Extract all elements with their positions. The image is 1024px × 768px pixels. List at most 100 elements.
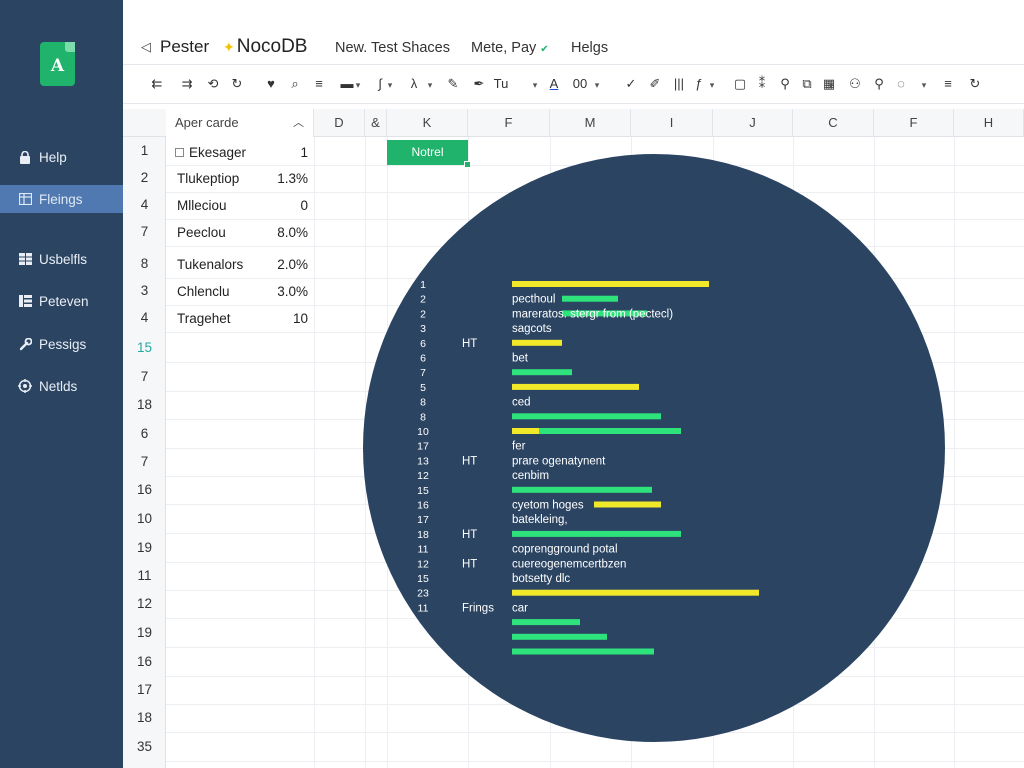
row-checkbox[interactable] [175, 148, 184, 157]
tag-icon[interactable]: ⚲ [775, 75, 795, 93]
column-header-2[interactable]: & [365, 109, 387, 137]
row-divider [166, 761, 1024, 762]
dropdown-caret-icon[interactable]: ▾ [425, 76, 435, 94]
column-header-10[interactable]: H [954, 109, 1024, 137]
link-icon[interactable]: ⁑ [752, 75, 772, 93]
frame-icon[interactable]: ▢ [730, 75, 750, 93]
row-number[interactable]: 8 [123, 256, 166, 271]
column-header-4[interactable]: F [468, 109, 550, 137]
row-number[interactable]: 1 [123, 143, 166, 158]
sidebar-item-fleings[interactable]: Fleings [0, 185, 130, 213]
list-icon[interactable]: ≡ [309, 75, 329, 93]
chevron-up-icon[interactable]: ︿ [293, 109, 304, 137]
function-icon[interactable]: ƒ [689, 75, 709, 93]
cell-value[interactable]: 10 [228, 311, 308, 326]
pin-icon[interactable]: ⚲ [869, 75, 889, 93]
chart-side-label: HT [462, 529, 477, 541]
cell-value[interactable]: 1.3% [228, 171, 308, 186]
row-number[interactable]: 11 [123, 568, 166, 583]
menu-item-helgs[interactable]: Helgs [571, 40, 608, 56]
number-format-icon[interactable]: 00 [570, 75, 590, 93]
font-color-icon[interactable]: A [544, 75, 564, 93]
cell-name[interactable]: Mlleciou [177, 198, 227, 213]
row-number[interactable]: 4 [123, 197, 166, 212]
search-icon[interactable]: ⌕ [285, 75, 305, 93]
back-arrow-icon[interactable]: ◁ [141, 39, 151, 55]
undo-icon[interactable]: ⇇ [147, 75, 167, 93]
heart-icon[interactable]: ♥ [261, 75, 281, 93]
row-number[interactable]: 17 [123, 682, 166, 697]
sidebar-item-help[interactable]: Help [0, 143, 123, 171]
chart-row-number: 11 [418, 602, 429, 614]
cell-name[interactable]: Tragehet [177, 311, 231, 326]
menu-icon[interactable]: ≡ [938, 75, 958, 93]
dropdown-caret-icon[interactable]: ▾ [826, 76, 836, 94]
chart-row-number: 3 [420, 323, 426, 335]
row-number[interactable]: 10 [123, 511, 166, 526]
loading-icon[interactable]: ◌ [891, 75, 911, 93]
cell-value[interactable]: 1 [228, 145, 308, 160]
cell-value[interactable]: 0 [228, 198, 308, 213]
dropdown-caret-icon[interactable]: ▾ [353, 76, 363, 94]
sidebar-item-netlds[interactable]: Netlds [0, 372, 123, 400]
row-number[interactable]: 3 [123, 283, 166, 298]
project-name[interactable]: Pester [160, 37, 209, 57]
column-header-name[interactable]: Aper carde ︿ [166, 109, 314, 137]
cell-value[interactable]: 2.0% [228, 257, 308, 272]
sidebar-item-usbelfls[interactable]: Usbelfls [0, 245, 123, 273]
column-header-7[interactable]: J [713, 109, 793, 137]
check-icon[interactable]: ✓ [621, 75, 641, 93]
cell-name[interactable]: Peeclou [177, 225, 226, 240]
edit-icon[interactable]: ✐ [645, 75, 665, 93]
user-icon[interactable]: ⚇ [845, 75, 865, 93]
row-number[interactable]: 35 [123, 739, 166, 754]
column-header-1[interactable]: D [314, 109, 365, 137]
column-header-9[interactable]: F [874, 109, 954, 137]
sidebar-item-pessigs[interactable]: Pessigs [0, 330, 123, 358]
pen-icon[interactable]: ✒ [469, 75, 489, 93]
dropdown-caret-icon[interactable]: ▾ [707, 76, 717, 94]
row-number[interactable]: 7 [123, 454, 166, 469]
row-number[interactable]: 18 [123, 710, 166, 725]
dropdown-caret-icon[interactable]: ▾ [530, 76, 540, 94]
column-header-6[interactable]: I [631, 109, 713, 137]
chart-bar-green [512, 633, 607, 640]
row-number[interactable]: 12 [123, 596, 166, 611]
chart-bar-green [512, 413, 661, 420]
dropdown-caret-icon[interactable]: ▾ [385, 76, 395, 94]
row-number[interactable]: 6 [123, 426, 166, 441]
history-icon[interactable]: ⟲ [203, 75, 223, 93]
menu-item-new[interactable]: New. Test Shaces [335, 40, 450, 56]
text-format-icon[interactable]: Tu [491, 75, 511, 93]
column-header-3[interactable]: K [387, 109, 468, 137]
app-logo[interactable]: A [40, 42, 75, 86]
copy-icon[interactable]: ⧉ [797, 75, 817, 93]
row-number[interactable]: 19 [123, 625, 166, 640]
lambda-icon[interactable]: λ [404, 75, 424, 93]
dropdown-caret-icon[interactable]: ▾ [592, 76, 602, 94]
column-header-5[interactable]: M [550, 109, 631, 137]
columns-icon[interactable]: ||| [669, 75, 689, 93]
row-number[interactable]: 7 [123, 224, 166, 239]
redo-icon[interactable]: ⇉ [177, 75, 197, 93]
cell-value[interactable]: 8.0% [228, 225, 308, 240]
pencil-icon[interactable]: ✎ [443, 75, 463, 93]
cell-name[interactable]: Chlenclu [177, 284, 230, 299]
row-number[interactable]: 15 [123, 340, 166, 355]
chart-row-label: cyetom hoges [512, 500, 584, 512]
cell-value[interactable]: 3.0% [228, 284, 308, 299]
menu-item-mete[interactable]: Mete, Pay ✔ [471, 40, 549, 56]
column-header-8[interactable]: C [793, 109, 874, 137]
row-number[interactable]: 16 [123, 482, 166, 497]
row-number[interactable]: 7 [123, 369, 166, 384]
reload-icon[interactable]: ↻ [965, 75, 985, 93]
row-number[interactable]: 4 [123, 310, 166, 325]
row-number[interactable]: 19 [123, 540, 166, 555]
row-number[interactable]: 2 [123, 170, 166, 185]
dropdown-caret-icon[interactable]: ▾ [919, 76, 929, 94]
row-number[interactable]: 16 [123, 654, 166, 669]
grid-icon [18, 252, 32, 266]
refresh-icon[interactable]: ↻ [227, 75, 247, 93]
row-number[interactable]: 18 [123, 397, 166, 412]
sidebar-item-peteven[interactable]: Peteven [0, 287, 123, 315]
